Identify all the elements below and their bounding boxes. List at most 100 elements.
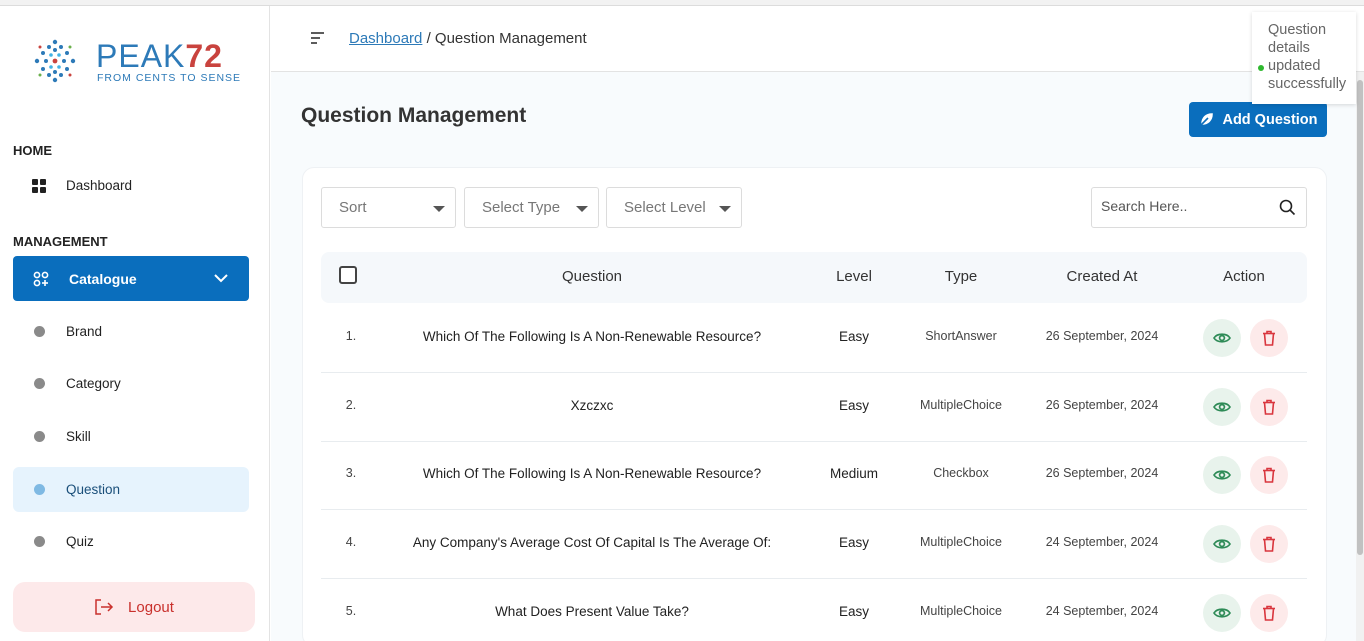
view-button[interactable] <box>1203 456 1241 494</box>
sort-select-value: Sort <box>339 199 367 216</box>
sidebar-item-label: Dashboard <box>66 178 133 193</box>
trash-icon <box>1263 536 1275 552</box>
brand-name: PEAK72 <box>96 38 223 74</box>
question-level: Easy <box>838 604 869 619</box>
view-button[interactable] <box>1203 388 1241 426</box>
table-row: 5. What Does Present Value Take? Easy Mu… <box>321 579 1307 641</box>
scrollbar-thumb[interactable] <box>1357 80 1363 555</box>
created-date: 26 September, 2024 <box>1045 398 1159 412</box>
created-date: 24 September, 2024 <box>1045 535 1159 549</box>
question-text: Xzczxc <box>570 398 614 413</box>
caret-down-icon <box>719 206 731 212</box>
brand-tagline: FROM CENTS TO SENSE <box>97 72 242 84</box>
sidebar-item-label: Skill <box>66 429 91 444</box>
caret-down-icon <box>433 206 445 212</box>
sort-select[interactable]: Sort <box>321 187 456 228</box>
logo-mark-icon <box>34 39 76 83</box>
section-label-management: MANAGEMENT <box>13 234 108 249</box>
section-label-home: HOME <box>13 143 52 158</box>
question-text: What Does Present Value Take? <box>495 604 689 619</box>
type-select[interactable]: Select Type <box>464 187 599 228</box>
column-header-level[interactable]: Level <box>809 268 899 285</box>
sidebar-item-question[interactable]: Question <box>13 467 249 512</box>
question-type: Checkbox <box>933 466 989 480</box>
column-header-type[interactable]: Type <box>911 268 1011 285</box>
toast-message: Question details updated successfully <box>1268 22 1347 92</box>
sidebar-item-brand[interactable]: Brand <box>13 309 249 354</box>
logout-button[interactable]: Logout <box>13 582 255 632</box>
question-level: Easy <box>838 535 869 550</box>
sidebar-item-catalogue[interactable]: Catalogue <box>13 256 249 301</box>
toast-notification[interactable]: Question details updated successfully <box>1252 12 1356 104</box>
sidebar-item-label: Brand <box>66 324 103 339</box>
bullet-icon <box>34 431 45 442</box>
bullet-icon <box>34 326 45 337</box>
row-number: 3. <box>345 466 357 480</box>
search-box <box>1091 187 1307 228</box>
select-all-checkbox[interactable] <box>339 266 357 284</box>
question-text: Any Company's Average Cost Of Capital Is… <box>412 535 772 550</box>
question-table-card: Sort Select Type Select Level Question L… <box>302 167 1327 641</box>
breadcrumb: Dashboard / Question Management <box>349 30 587 47</box>
apps-icon <box>33 271 49 286</box>
menu-lines-icon[interactable] <box>310 31 326 45</box>
brand-logo[interactable]: PEAK72 FROM CENTS TO SENSE <box>32 36 240 88</box>
table-row: 3. Which Of The Following Is A Non-Renew… <box>321 441 1307 510</box>
sidebar-item-label: Catalogue <box>69 270 137 287</box>
sidebar-item-label: Question <box>66 482 121 497</box>
question-type: MultipleChoice <box>920 398 1002 412</box>
question-level: Medium <box>829 466 878 481</box>
top-header: Dashboard / Question Management Question… <box>271 6 1364 104</box>
delete-button[interactable] <box>1250 525 1288 563</box>
table-row: 4. Any Company's Average Cost Of Capital… <box>321 510 1307 579</box>
grid-icon <box>32 178 46 193</box>
sidebar: PEAK72 FROM CENTS TO SENSE HOME Dashboar… <box>0 6 270 641</box>
sidebar-item-category[interactable]: Category <box>13 361 249 406</box>
column-header-created-at[interactable]: Created At <box>1032 268 1172 285</box>
delete-button[interactable] <box>1250 456 1288 494</box>
breadcrumb-link-dashboard[interactable]: Dashboard <box>349 30 422 47</box>
row-number: 4. <box>345 535 357 549</box>
chevron-down-icon <box>214 274 228 283</box>
sidebar-item-quiz[interactable]: Quiz <box>13 519 249 564</box>
sidebar-item-label: Quiz <box>66 534 94 549</box>
column-header-question[interactable]: Question <box>492 268 692 285</box>
sidebar-item-dashboard[interactable]: Dashboard <box>32 178 132 193</box>
level-select-value: Select Level <box>624 199 706 216</box>
trash-icon <box>1263 605 1275 621</box>
question-text: Which Of The Following Is A Non-Renewabl… <box>422 329 762 344</box>
eye-icon <box>1213 608 1231 618</box>
breadcrumb-separator: / <box>426 30 431 47</box>
add-question-button[interactable]: Add Question <box>1189 102 1327 137</box>
trash-icon <box>1263 399 1275 415</box>
sidebar-item-label: Category <box>66 376 121 391</box>
page-title: Question Management <box>301 104 527 127</box>
eye-icon <box>1213 333 1231 343</box>
level-select[interactable]: Select Level <box>606 187 742 228</box>
view-button[interactable] <box>1203 319 1241 357</box>
delete-button[interactable] <box>1250 388 1288 426</box>
question-type: MultipleChoice <box>920 604 1002 618</box>
feather-icon <box>1198 112 1214 128</box>
eye-icon <box>1213 539 1231 549</box>
bullet-icon <box>34 484 45 495</box>
eye-icon <box>1213 402 1231 412</box>
search-input[interactable] <box>1101 198 1271 214</box>
delete-button[interactable] <box>1250 594 1288 632</box>
trash-icon <box>1263 330 1275 346</box>
view-button[interactable] <box>1203 525 1241 563</box>
row-number: 2. <box>345 398 357 412</box>
view-button[interactable] <box>1203 594 1241 632</box>
sidebar-item-skill[interactable]: Skill <box>13 414 249 459</box>
column-header-action: Action <box>1223 268 1265 285</box>
add-question-label: Add Question <box>1222 111 1318 128</box>
bullet-icon <box>34 536 45 547</box>
table-row: 1. Which Of The Following Is A Non-Renew… <box>321 304 1307 373</box>
row-number: 1. <box>345 329 357 343</box>
search-icon[interactable] <box>1279 199 1296 216</box>
main-content: Question Management Add Question Sort Se… <box>271 72 1364 641</box>
delete-button[interactable] <box>1250 319 1288 357</box>
logout-label: Logout <box>128 598 174 616</box>
page-scrollbar[interactable] <box>1356 72 1364 641</box>
caret-down-icon <box>576 206 588 212</box>
